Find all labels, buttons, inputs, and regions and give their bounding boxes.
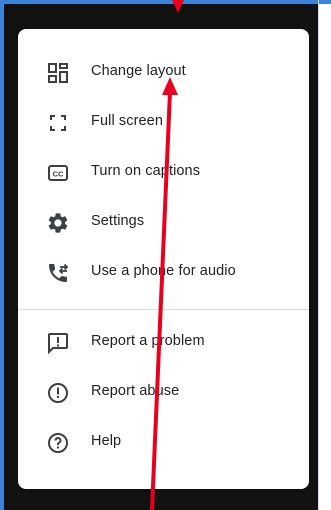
help-icon bbox=[46, 431, 70, 455]
more-options-menu: Change layout Full screen CC Turn on cap… bbox=[18, 29, 309, 489]
svg-text:CC: CC bbox=[53, 170, 64, 179]
menu-divider bbox=[18, 309, 309, 310]
menu-item-help[interactable]: Help bbox=[18, 419, 309, 467]
menu-item-phone-audio[interactable]: Use a phone for audio bbox=[18, 249, 309, 297]
layout-icon bbox=[46, 61, 70, 85]
menu-item-label: Use a phone for audio bbox=[91, 263, 236, 279]
menu-item-label: Settings bbox=[91, 213, 145, 229]
menu-item-label: Help bbox=[91, 433, 122, 449]
menu-item-full-screen[interactable]: Full screen bbox=[18, 99, 309, 147]
gear-icon bbox=[46, 211, 70, 235]
menu-item-captions[interactable]: CC Turn on captions bbox=[18, 149, 309, 197]
menu-item-change-layout[interactable]: Change layout bbox=[18, 49, 309, 97]
fullscreen-icon bbox=[46, 111, 70, 135]
menu-item-label: Turn on captions bbox=[91, 163, 201, 179]
menu-item-report-abuse[interactable]: Report abuse bbox=[18, 369, 309, 417]
menu-item-report-problem[interactable]: Report a problem bbox=[18, 319, 309, 367]
menu-item-label: Report a problem bbox=[91, 333, 205, 349]
side-panel-edge bbox=[318, 0, 331, 510]
menu-item-label: Change layout bbox=[91, 63, 186, 79]
menu-item-settings[interactable]: Settings bbox=[18, 199, 309, 247]
report-problem-icon bbox=[46, 331, 70, 355]
side-panel-top-border bbox=[319, 0, 331, 4]
phone-audio-icon bbox=[46, 261, 70, 285]
captions-icon: CC bbox=[46, 161, 70, 185]
menu-item-label: Full screen bbox=[91, 113, 164, 129]
report-abuse-icon bbox=[46, 381, 70, 405]
menu-item-label: Report abuse bbox=[91, 383, 180, 399]
